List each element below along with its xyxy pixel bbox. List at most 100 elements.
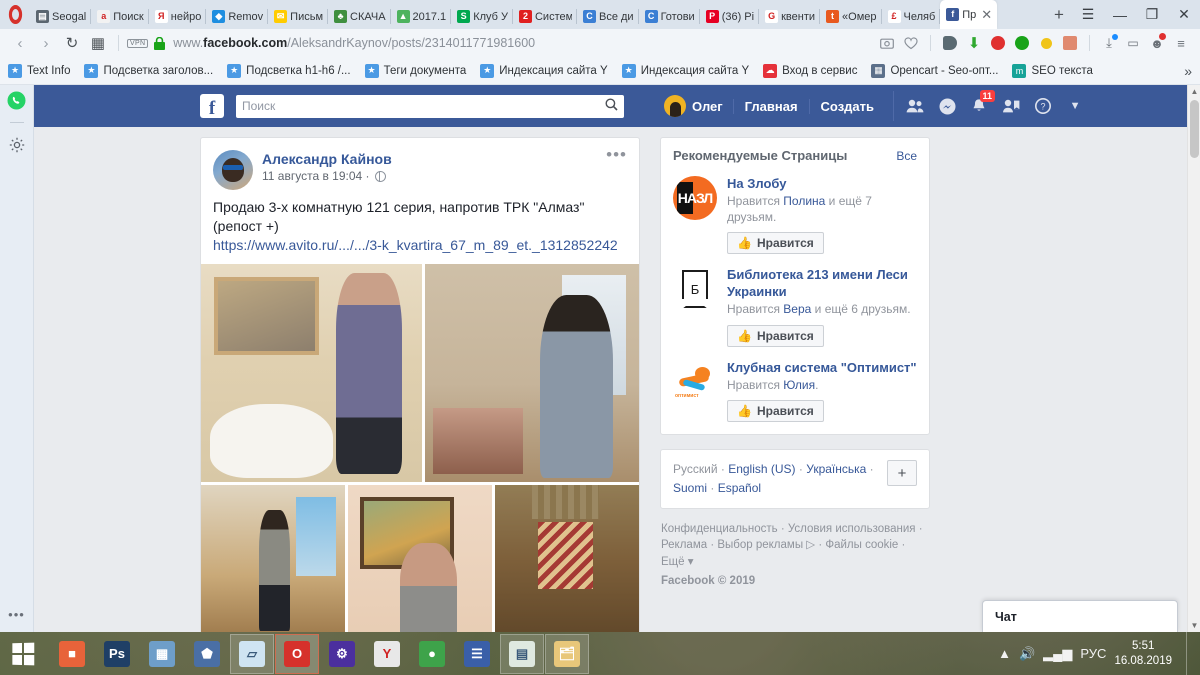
add-language-button[interactable]: + — [887, 460, 917, 487]
easy-setup-icon[interactable]: ≡ — [1170, 32, 1192, 54]
page-logo-biblioteka[interactable]: Б — [673, 267, 717, 311]
tray-expand-icon[interactable]: ▲ — [998, 646, 1011, 661]
scroll-up-arrow[interactable]: ▲ — [1188, 85, 1200, 98]
post-photo-3[interactable] — [201, 485, 345, 632]
facebook-search-input[interactable]: Поиск — [236, 94, 624, 118]
language-ukrainian[interactable]: Українська — [806, 462, 866, 476]
browser-tab[interactable]: P (36) Pi — [700, 4, 760, 29]
reload-button[interactable]: ↻ — [60, 32, 84, 54]
taskbar-opera-icon[interactable]: O — [275, 633, 319, 674]
taskbar-notes-app-icon[interactable]: ☰ — [455, 634, 499, 674]
nav-create-link[interactable]: Создать — [808, 98, 885, 114]
profile-icon[interactable]: ☻ — [1146, 32, 1168, 54]
bookmarks-overflow-icon[interactable]: » — [1184, 63, 1192, 79]
browser-tab[interactable]: C Все ди — [577, 4, 639, 29]
minimize-button[interactable]: — — [1104, 0, 1136, 29]
browser-tab[interactable]: ◆ Remov — [206, 4, 269, 29]
post-author-avatar[interactable] — [213, 150, 253, 190]
post-author-name[interactable]: Александр Кайнов — [262, 151, 392, 167]
start-button[interactable] — [0, 632, 46, 675]
page-name[interactable]: На Злобу — [727, 176, 917, 192]
page-logo-optimist[interactable]: оптимист — [673, 360, 717, 404]
new-tab-button[interactable]: + — [1046, 0, 1072, 29]
scrollbar-thumb[interactable] — [1190, 100, 1199, 158]
opera-menu-button[interactable]: ☰ — [1072, 0, 1104, 29]
language-english[interactable]: English (US) — [728, 462, 795, 476]
likes-friend[interactable]: Полина — [783, 194, 825, 208]
browser-tab[interactable]: f Пр ✕ — [940, 0, 998, 29]
messenger-icon[interactable] — [932, 91, 962, 121]
browser-tab[interactable]: Gквенти — [759, 4, 820, 29]
gear-icon[interactable] — [6, 134, 28, 156]
friend-requests-icon[interactable] — [900, 91, 930, 121]
chat-box[interactable]: Чат — [982, 600, 1178, 632]
clock[interactable]: 5:51 16.08.2019 — [1114, 639, 1178, 668]
taskbar-evernote-icon[interactable]: ● — [410, 634, 454, 674]
bookmark-item[interactable]: ★ Индексация сайта Y — [621, 63, 749, 78]
language-espanol[interactable]: Español — [718, 481, 761, 495]
nav-home-link[interactable]: Главная — [732, 98, 809, 114]
post-photo-2[interactable] — [424, 264, 639, 483]
tab-close-icon[interactable]: ✕ — [981, 7, 992, 23]
bookmark-item[interactable]: ★ Индексация сайта Y — [480, 63, 608, 78]
browser-tab[interactable]: ▲ 2017.1 — [391, 4, 452, 29]
post-photo-5[interactable]: +4 — [495, 485, 639, 632]
heart-icon[interactable] — [900, 32, 922, 54]
account-menu-icon[interactable]: ▼ — [1060, 91, 1090, 121]
back-button[interactable]: ‹ — [8, 32, 32, 54]
account-shortcuts-icon[interactable] — [996, 91, 1026, 121]
evernote-icon[interactable] — [939, 32, 961, 54]
browser-tab[interactable]: S Клуб У — [451, 4, 513, 29]
browser-tab[interactable]: 2 Систем — [513, 4, 577, 29]
bookmark-item[interactable]: ▦ Opencart - Seo-опт... — [871, 63, 998, 78]
browser-tab[interactable]: C Готови — [639, 4, 700, 29]
language-suomi[interactable]: Suomi — [673, 481, 707, 495]
page-like-button[interactable]: 👍 Нравится — [727, 232, 824, 255]
adblock-icon[interactable] — [987, 32, 1009, 54]
browser-tab[interactable]: a Поиск — [91, 4, 150, 29]
taskbar-file-explorer-icon[interactable]: 🗂 — [545, 633, 589, 674]
vpn-badge-icon[interactable]: VPN — [127, 38, 149, 48]
taskbar-settings-app-icon[interactable]: ⚙ — [320, 634, 364, 674]
likes-friend[interactable]: Юлия — [783, 378, 815, 392]
notifications-icon[interactable]: 11 — [964, 90, 996, 121]
browser-tab[interactable]: ▤ Seogal — [30, 4, 92, 29]
taskbar-office-icon[interactable]: ■ — [50, 634, 94, 674]
downloads-icon[interactable]: ⤓ — [1098, 32, 1120, 54]
likes-friend[interactable]: Вера — [783, 302, 811, 316]
record-icon[interactable] — [1011, 32, 1033, 54]
page-scrollbar[interactable]: ▲ ▼ — [1187, 85, 1200, 632]
whatsapp-icon[interactable] — [6, 89, 28, 111]
facebook-logo-icon[interactable]: f — [200, 94, 224, 118]
pin-icon[interactable] — [1035, 32, 1057, 54]
taskbar-3d-app-icon[interactable]: ⬟ — [185, 634, 229, 674]
forward-button[interactable]: › — [34, 32, 58, 54]
browser-tab[interactable]: ♣ СКАЧА — [328, 4, 391, 29]
post-link[interactable]: https://www.avito.ru/.../.../3-k_kvartir… — [213, 236, 627, 255]
browser-tab[interactable]: t «Омер — [820, 4, 882, 29]
bookmark-item[interactable]: ★ Подсветка h1-h6 /... — [227, 63, 351, 78]
post-photo-1[interactable] — [201, 264, 422, 483]
bookmark-item[interactable]: ☁ Вход в сервис — [763, 63, 857, 78]
help-icon[interactable]: ? — [1028, 91, 1058, 121]
page-name[interactable]: Клубная система "Оптимист" — [727, 360, 917, 376]
page-logo-na-zlobu[interactable]: НАЗЛ — [673, 176, 717, 220]
page-like-button[interactable]: 👍 Нравится — [727, 324, 824, 347]
footer-links[interactable]: Конфиденциальность · Условия использован… — [661, 523, 923, 568]
taskbar-yandex-browser-icon[interactable]: Y — [365, 634, 409, 674]
browser-tab[interactable]: £ Челяб — [882, 4, 941, 29]
page-like-button[interactable]: 👍 Нравится — [727, 400, 824, 423]
speaker-icon[interactable]: 🔊 — [1019, 646, 1035, 662]
post-photo-4[interactable] — [348, 485, 492, 632]
taskbar-notepad-icon[interactable]: ▱ — [230, 633, 274, 674]
box-icon[interactable] — [1059, 32, 1081, 54]
maximize-button[interactable]: ❐ — [1136, 0, 1168, 29]
camera-icon[interactable] — [876, 32, 898, 54]
speed-dial-button[interactable]: ▦ — [86, 32, 110, 54]
ellipsis-icon[interactable]: ••• — [606, 146, 627, 190]
bookmark-item[interactable]: m SEO текста — [1012, 63, 1093, 78]
sidebar-more-dots-icon[interactable]: ••• — [8, 607, 25, 622]
bookmark-item[interactable]: ★ Text Info — [8, 63, 70, 78]
close-window-button[interactable]: ✕ — [1168, 0, 1200, 29]
download-green-icon[interactable]: ⬇ — [963, 32, 985, 54]
